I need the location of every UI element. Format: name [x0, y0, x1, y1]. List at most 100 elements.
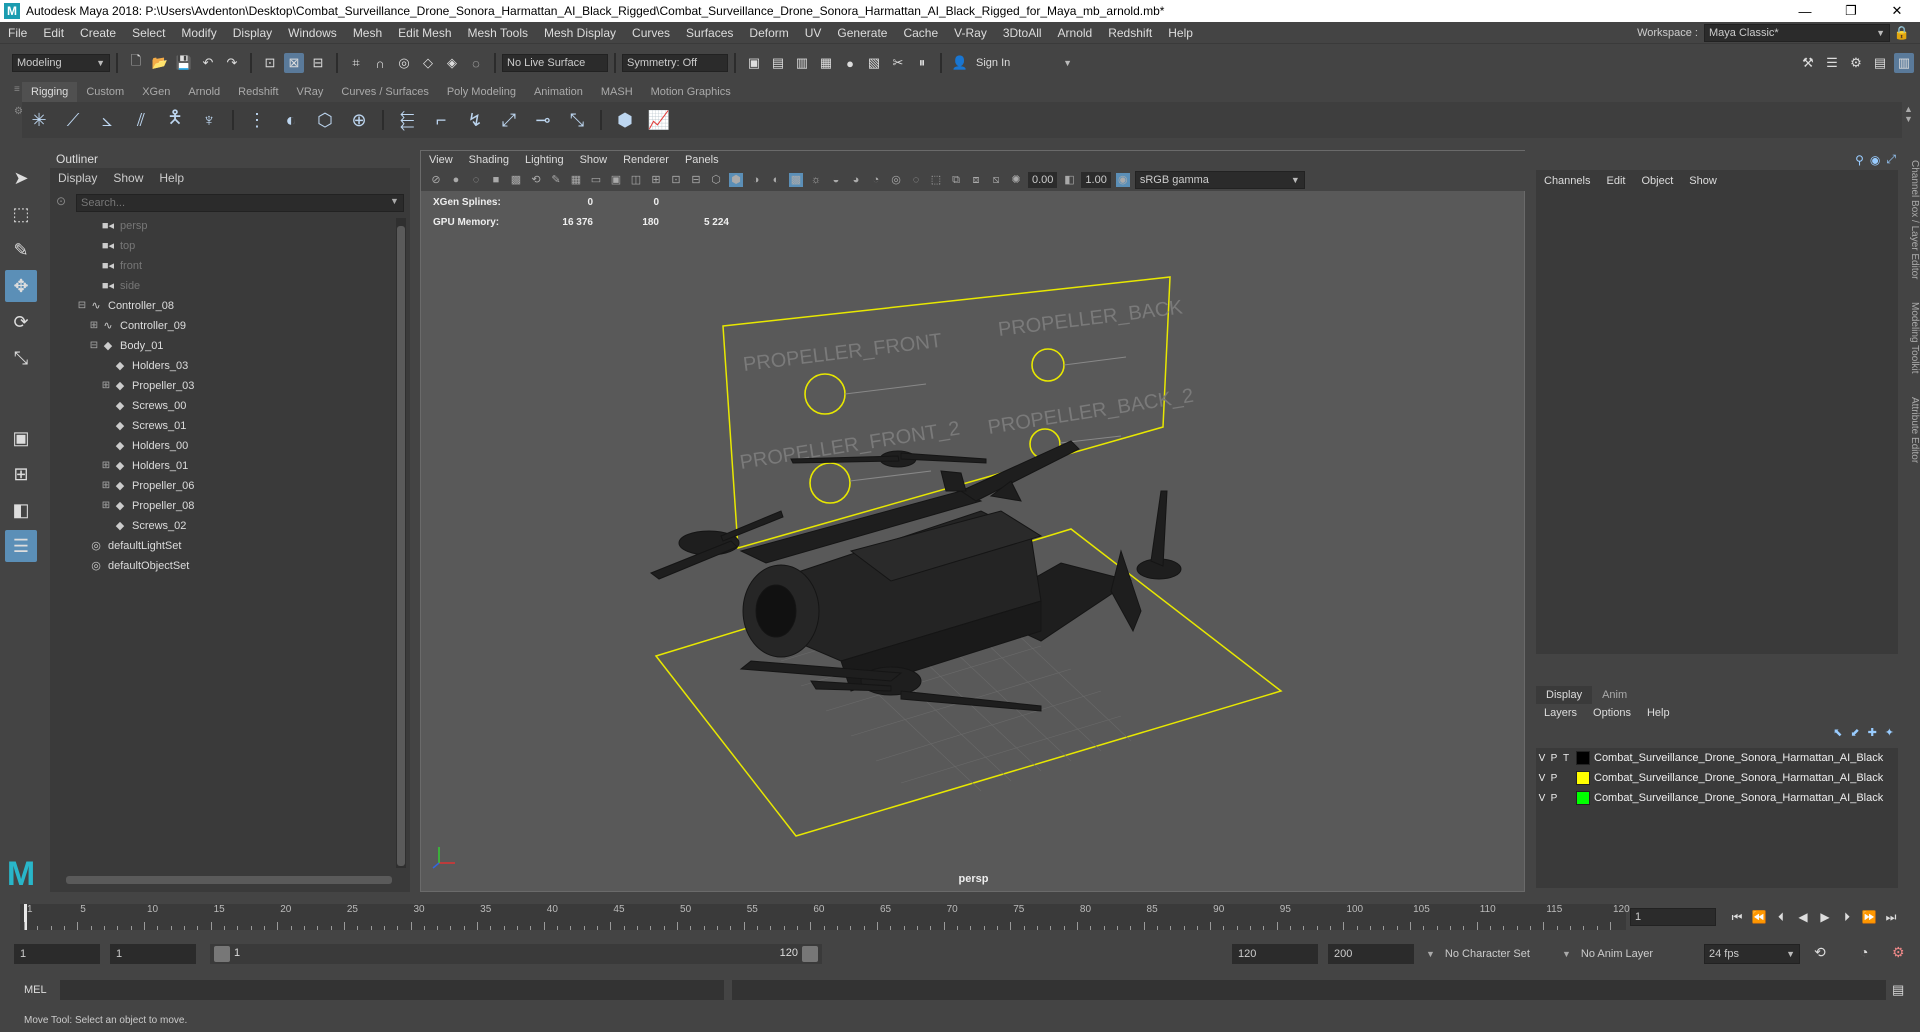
- shelf-menu-icon[interactable]: ≡ ⚙: [14, 84, 23, 138]
- dial-front[interactable]: [804, 373, 846, 415]
- outliner-item[interactable]: ⊞ ◆ Propeller_06: [50, 476, 398, 496]
- exposure-field[interactable]: 0.00: [1028, 172, 1058, 188]
- shelf-scroll-icon[interactable]: ▲ ▼: [1904, 104, 1913, 124]
- menu-select[interactable]: Select: [124, 22, 173, 44]
- user-icon[interactable]: 👤: [950, 53, 970, 73]
- display-layer-row[interactable]: V P Combat_Surveillance_Drone_Sonora_Harma…: [1536, 768, 1898, 788]
- menu-mesh-tools[interactable]: Mesh Tools: [460, 22, 536, 44]
- layer-menu-options[interactable]: Options: [1585, 704, 1639, 722]
- dial-back[interactable]: [1031, 348, 1065, 382]
- collapse-icon[interactable]: ⊟: [88, 336, 100, 356]
- viewport-panel[interactable]: View Shading Lighting Show Renderer Pane…: [420, 150, 1526, 892]
- persp-outliner-layout-icon[interactable]: ◧: [5, 494, 37, 526]
- xray-icon[interactable]: ⧉: [949, 173, 963, 187]
- script-editor-icon[interactable]: ▤: [1892, 982, 1904, 998]
- outliner-layout-icon[interactable]: ☰: [5, 530, 37, 562]
- outliner-item[interactable]: ■◂ persp: [50, 216, 398, 236]
- chevron-down-icon[interactable]: ▼: [390, 196, 399, 206]
- step-forward-frame-icon[interactable]: ⏵: [1836, 910, 1858, 925]
- channel-box-menu-object[interactable]: Object: [1633, 172, 1681, 190]
- outliner-item[interactable]: ◎ defaultLightSet: [50, 536, 398, 556]
- quick-rig-icon[interactable]: 🯅: [161, 106, 189, 134]
- shelf-tab-custom[interactable]: Custom: [77, 82, 133, 102]
- move-tool-icon[interactable]: ✥: [5, 270, 37, 302]
- smooth-shade-icon[interactable]: ⬢: [729, 173, 743, 187]
- aim-constraint-icon[interactable]: ⊸: [529, 106, 557, 134]
- outliner-item[interactable]: ◆ Screws_02: [50, 516, 398, 536]
- ik-handle-icon[interactable]: ⟋: [59, 106, 87, 134]
- grease-pencil-icon[interactable]: ✎: [549, 173, 563, 187]
- layer-color-swatch[interactable]: [1576, 751, 1590, 765]
- layer-playback-toggle[interactable]: P: [1548, 773, 1560, 784]
- playback-start-field[interactable]: 1: [110, 944, 196, 964]
- color-management-icon[interactable]: ◉: [1115, 173, 1130, 187]
- ik-spline-icon[interactable]: ⦣: [93, 106, 121, 134]
- xray-active-icon[interactable]: ⧈: [969, 173, 983, 187]
- default-lighting-icon[interactable]: ◑: [749, 173, 763, 187]
- render-sequence-icon[interactable]: ▤: [768, 53, 788, 73]
- outliner-item[interactable]: ◆ Holders_03: [50, 356, 398, 376]
- textured-icon[interactable]: ▩: [789, 173, 803, 187]
- menu-arnold[interactable]: Arnold: [1050, 22, 1101, 44]
- outliner-item[interactable]: ⊞ ◆ Propeller_03: [50, 376, 398, 396]
- step-back-frame-icon[interactable]: ⏴: [1770, 910, 1792, 925]
- expand-icon[interactable]: ⊞: [100, 456, 112, 476]
- command-language-label[interactable]: MEL: [24, 984, 54, 996]
- outliner-menu-help[interactable]: Help: [151, 168, 192, 188]
- channel-box-menu-edit[interactable]: Edit: [1598, 172, 1633, 190]
- collapse-icon[interactable]: ⊟: [76, 296, 88, 316]
- grid-icon[interactable]: ▦: [569, 173, 583, 187]
- anti-alias-icon[interactable]: ◎: [889, 173, 903, 187]
- outliner-item[interactable]: ⊟ ∿ Controller_08: [50, 296, 398, 316]
- preferences-icon[interactable]: ⚙: [1892, 944, 1905, 961]
- shelf-tab-motion-graphics[interactable]: Motion Graphics: [642, 82, 740, 102]
- scene-start-field[interactable]: 1: [14, 944, 100, 964]
- snap-point-icon[interactable]: ◎: [394, 53, 414, 73]
- go-to-end-icon[interactable]: ⏭: [1880, 910, 1902, 925]
- camera-icon[interactable]: ■: [489, 173, 503, 187]
- select-camera-icon[interactable]: ⊘: [429, 173, 443, 187]
- outliner-item[interactable]: ⊟ ◆ Body_01: [50, 336, 398, 356]
- shelf-tab-curves-surfaces[interactable]: Curves / Surfaces: [332, 82, 437, 102]
- chevron-down-icon[interactable]: ▼: [1426, 949, 1435, 959]
- viewport-menu-lighting[interactable]: Lighting: [517, 151, 572, 169]
- mirror-joints-icon[interactable]: ⫽: [127, 106, 155, 134]
- outliner-horizontal-scrollbar[interactable]: [66, 876, 392, 884]
- side-tab-channel-box[interactable]: Channel Box / Layer Editor: [1909, 160, 1920, 280]
- outliner-item[interactable]: ◆ Screws_01: [50, 416, 398, 436]
- menu-display[interactable]: Display: [225, 22, 280, 44]
- use-lights-icon[interactable]: ☼: [809, 173, 823, 187]
- outliner-item[interactable]: ⊞ ◆ Holders_01: [50, 456, 398, 476]
- hypershade-icon[interactable]: ●: [840, 53, 860, 73]
- redo-icon[interactable]: ↷: [222, 53, 242, 73]
- modeling-toolkit-toggle-icon[interactable]: ⚒: [1798, 53, 1818, 73]
- playback-end-field[interactable]: 120: [1232, 944, 1318, 964]
- menu-help[interactable]: Help: [1160, 22, 1201, 44]
- point-constraint-icon[interactable]: ⌐: [427, 106, 455, 134]
- move-layer-up-icon[interactable]: ⬉: [1833, 726, 1842, 739]
- outliner-item[interactable]: ⊞ ◆ Propeller_08: [50, 496, 398, 516]
- lasso-tool-icon[interactable]: ⬚: [5, 198, 37, 230]
- orient-constraint-icon[interactable]: ↯: [461, 106, 489, 134]
- two-d-pan-icon[interactable]: ⟲: [529, 173, 543, 187]
- shelf-tab-vray[interactable]: VRay: [288, 82, 333, 102]
- select-hierarchy-icon[interactable]: ⊡: [260, 53, 280, 73]
- render-frame-icon[interactable]: ▣: [744, 53, 764, 73]
- side-tab-attribute-editor[interactable]: Attribute Editor: [1909, 397, 1920, 463]
- layer-color-swatch[interactable]: [1576, 791, 1590, 805]
- menu-file[interactable]: File: [0, 22, 35, 44]
- current-frame-field[interactable]: 1: [1630, 908, 1716, 926]
- menu-modify[interactable]: Modify: [173, 22, 224, 44]
- outliner-item[interactable]: ■◂ top: [50, 236, 398, 256]
- filter-icon[interactable]: ⊙: [56, 194, 66, 208]
- outliner-item[interactable]: ◆ Screws_00: [50, 396, 398, 416]
- anim-layer-dropdown[interactable]: No Anim Layer: [1576, 944, 1683, 964]
- layer-playback-toggle[interactable]: P: [1548, 753, 1560, 764]
- menu-mesh-display[interactable]: Mesh Display: [536, 22, 624, 44]
- play-backwards-icon[interactable]: ◀: [1792, 910, 1814, 924]
- sign-in-dropdown[interactable]: Sign In ▼: [972, 54, 1076, 72]
- viewport-menu-renderer[interactable]: Renderer: [615, 151, 677, 169]
- scene-end-field[interactable]: 200: [1328, 944, 1414, 964]
- snap-vertex-icon[interactable]: ◌: [466, 53, 486, 73]
- menu-generate[interactable]: Generate: [829, 22, 895, 44]
